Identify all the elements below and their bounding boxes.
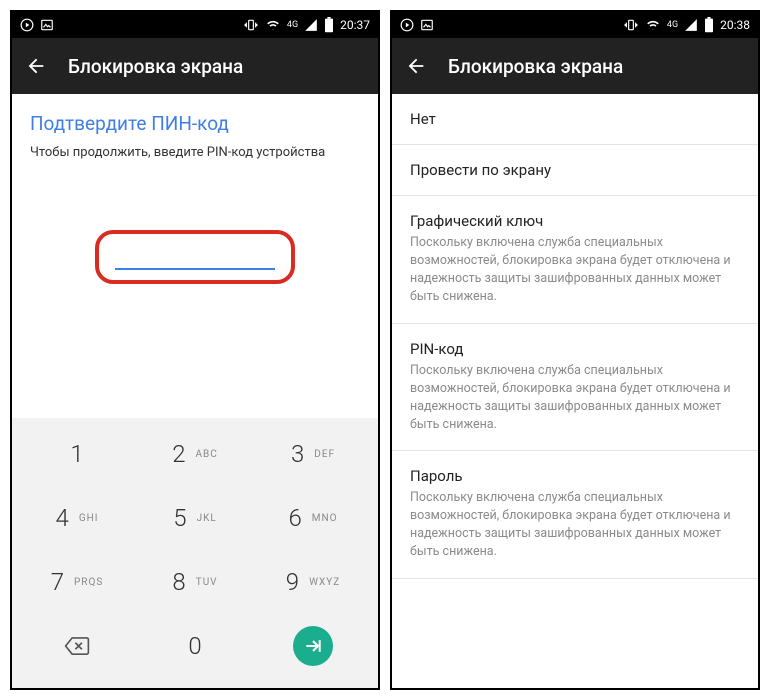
numeric-keypad: 1 2ABC 3DEF 4GHI 5JKL 6MNO 7PRQS 8TUV 9W… xyxy=(12,418,378,688)
wifi-icon xyxy=(265,18,281,32)
key-backspace[interactable] xyxy=(18,614,136,678)
confirm-pin-subtitle: Чтобы продолжить, введите PIN-код устрой… xyxy=(12,145,378,180)
pin-input[interactable] xyxy=(115,268,275,270)
submit-icon xyxy=(293,626,333,666)
status-bar: 4G 20:37 xyxy=(12,12,378,38)
phone-right: 4G 20:38 Блокировка экрана Нет Провести xyxy=(390,10,760,690)
status-bar: 4G 20:38 xyxy=(392,12,758,38)
option-subtitle: Поскольку включена служба специальных во… xyxy=(410,489,740,562)
content-area: Подтвердите ПИН-код Чтобы продолжить, вв… xyxy=(12,94,378,324)
battery-icon xyxy=(324,17,334,33)
option-password[interactable]: Пароль Поскольку включена служба специал… xyxy=(392,451,758,579)
image-icon xyxy=(420,18,434,32)
option-title: Провести по экрану xyxy=(410,161,740,179)
option-subtitle: Поскольку включена служба специальных во… xyxy=(410,362,740,435)
phone-left: 4G 20:37 Блокировка экрана Подтвердите П… xyxy=(10,10,380,690)
option-title: Пароль xyxy=(410,467,740,485)
key-2[interactable]: 2ABC xyxy=(136,422,254,486)
vibrate-icon xyxy=(623,18,639,32)
key-3[interactable]: 3DEF xyxy=(254,422,372,486)
key-8[interactable]: 8TUV xyxy=(136,550,254,614)
pin-input-highlight xyxy=(95,230,295,284)
app-bar: Блокировка экрана xyxy=(392,38,758,94)
signal-icon xyxy=(304,18,318,32)
option-title: Нет xyxy=(410,110,740,128)
play-icon xyxy=(400,18,414,32)
wifi-icon xyxy=(645,18,661,32)
lock-options-list: Нет Провести по экрану Графический ключ … xyxy=(392,94,758,579)
network-4g-icon: 4G xyxy=(667,20,678,30)
pin-input-area xyxy=(12,180,378,324)
appbar-title: Блокировка экрана xyxy=(68,55,243,78)
play-icon xyxy=(20,18,34,32)
option-title: Графический ключ xyxy=(410,212,740,230)
key-submit[interactable] xyxy=(254,614,372,678)
network-4g-icon: 4G xyxy=(287,20,298,30)
image-icon xyxy=(40,18,54,32)
key-9[interactable]: 9WXYZ xyxy=(254,550,372,614)
back-icon[interactable] xyxy=(404,54,428,78)
confirm-pin-title: Подтвердите ПИН-код xyxy=(12,94,378,145)
option-swipe[interactable]: Провести по экрану xyxy=(392,145,758,196)
key-7[interactable]: 7PRQS xyxy=(18,550,136,614)
key-1[interactable]: 1 xyxy=(18,422,136,486)
signal-icon xyxy=(684,18,698,32)
option-none[interactable]: Нет xyxy=(392,94,758,145)
key-6[interactable]: 6MNO xyxy=(254,486,372,550)
appbar-title: Блокировка экрана xyxy=(448,55,623,78)
option-pin[interactable]: PIN-код Поскольку включена служба специа… xyxy=(392,324,758,452)
option-pattern[interactable]: Графический ключ Поскольку включена служ… xyxy=(392,196,758,324)
battery-icon xyxy=(704,17,714,33)
vibrate-icon xyxy=(243,18,259,32)
key-4[interactable]: 4GHI xyxy=(18,486,136,550)
app-bar: Блокировка экрана xyxy=(12,38,378,94)
key-0[interactable]: 0 xyxy=(136,614,254,678)
clock-text: 20:37 xyxy=(340,18,370,32)
back-icon[interactable] xyxy=(24,54,48,78)
key-5[interactable]: 5JKL xyxy=(136,486,254,550)
option-subtitle: Поскольку включена служба специальных во… xyxy=(410,234,740,307)
option-title: PIN-код xyxy=(410,340,740,358)
clock-text: 20:38 xyxy=(720,18,750,32)
